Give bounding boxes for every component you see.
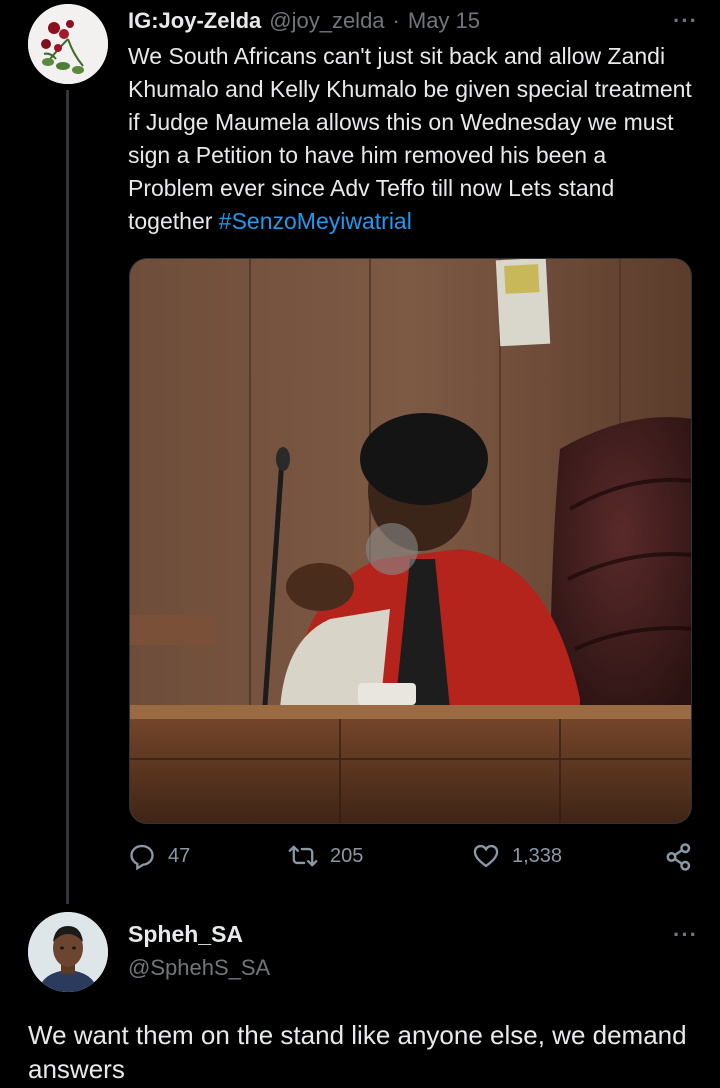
share-icon xyxy=(666,843,691,871)
like-count: 1,338 xyxy=(512,844,563,867)
heart-icon xyxy=(473,844,499,868)
retweet-count: 205 xyxy=(330,844,364,867)
tweet-image[interactable] xyxy=(129,258,692,824)
tweet-body: We South Africans can't just sit back an… xyxy=(128,43,692,234)
hashtag-link[interactable]: #SenzoMeyiwatrial xyxy=(219,208,412,234)
retweet-button[interactable]: 205 xyxy=(288,842,363,870)
reply-user-avatar[interactable] xyxy=(28,912,108,992)
user-avatar[interactable] xyxy=(28,4,108,84)
reply-more-dots-icon[interactable]: ··· xyxy=(673,922,698,948)
like-button[interactable]: 1,338 xyxy=(472,842,562,870)
more-dots-icon[interactable]: ··· xyxy=(673,8,698,34)
display-name[interactable]: IG:Joy-Zelda xyxy=(128,8,261,34)
reply-button[interactable]: 47 xyxy=(128,842,190,870)
courtroom-photo xyxy=(130,259,691,823)
rose-flower-avatar-icon xyxy=(28,4,108,84)
reply-text: We want them on the stand like anyone el… xyxy=(28,1020,687,1084)
thread-line xyxy=(66,90,69,904)
tweet-header: IG:Joy-Zelda @joy_zelda · May 15 xyxy=(128,6,700,36)
tweet-actions: 47 205 1,338 xyxy=(128,842,694,876)
share-button[interactable] xyxy=(664,842,706,872)
user-handle[interactable]: @joy_zelda xyxy=(269,8,384,34)
reply-count: 47 xyxy=(168,844,191,867)
tweet-date[interactable]: May 15 xyxy=(408,8,480,34)
reply-display-name[interactable]: Spheh_SA xyxy=(128,921,243,948)
reply-icon xyxy=(130,844,154,870)
person-avatar-icon xyxy=(28,912,108,992)
tweet-thread: IG:Joy-Zelda @joy_zelda · May 15 ··· We … xyxy=(0,0,720,1088)
tweet-text: We South Africans can't just sit back an… xyxy=(128,40,698,238)
reply-user-handle[interactable]: @SphehS_SA xyxy=(128,955,270,981)
separator: · xyxy=(392,8,400,33)
retweet-icon xyxy=(288,845,318,867)
